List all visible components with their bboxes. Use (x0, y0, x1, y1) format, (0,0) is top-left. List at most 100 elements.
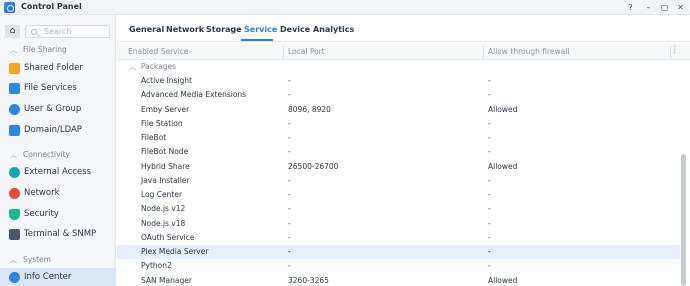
table-row[interactable]: Python2 - - (117, 259, 680, 273)
scrollbar-thumb[interactable] (681, 154, 686, 286)
cell-port: - (288, 90, 291, 100)
cell-firewall: - (488, 90, 491, 100)
cell-service: OAuth Service (141, 232, 195, 242)
cell-firewall: - (488, 190, 491, 199)
cell-port: - (288, 133, 291, 142)
sidebar-item-domain-ldap[interactable]: Domain/LDAP (0, 121, 116, 140)
close-button[interactable]: ✕ (674, 1, 687, 14)
cell-service: Emby Server (141, 104, 190, 114)
cell-service: Advanced Media Extensions (141, 90, 247, 100)
cell-service: Node.js v12 (141, 204, 186, 214)
cell-service: Node.js v18 (141, 218, 186, 228)
table-row[interactable]: Node.js v18 - - (117, 217, 680, 231)
table-row[interactable]: SAN Manager 3260-3265 Allowed (117, 274, 680, 286)
sidebar-item-external-access[interactable]: External Access (0, 163, 116, 182)
cell-port: - (288, 147, 291, 157)
cell-service: Plex Media Server (141, 247, 209, 256)
cell-port: - (288, 232, 291, 242)
cell-firewall: Allowed (488, 104, 518, 114)
table-row[interactable]: Hybrid Share 26500-26700 Allowed (117, 160, 680, 174)
cell-service: Python2 (141, 261, 172, 271)
tab-storage[interactable]: Storage (206, 25, 242, 34)
cell-firewall: - (488, 175, 491, 185)
column-header-service[interactable]: Enabled Service (128, 47, 188, 56)
section-label: System (23, 255, 51, 264)
more-options-icon[interactable]: ⋮ (670, 45, 679, 55)
sidebar-item-terminal-snmp[interactable]: Terminal & SNMP (0, 225, 116, 244)
cell-port: 8096, 8920 (288, 104, 331, 114)
cell-service: SAN Manager (141, 275, 192, 285)
table-row[interactable]: OAuth Service - - (117, 231, 680, 245)
cell-firewall: - (488, 118, 491, 128)
section-connectivity[interactable]: ︿ Connectivity (0, 149, 116, 161)
cell-port: - (288, 218, 291, 228)
column-divider[interactable] (483, 46, 484, 58)
cell-firewall: - (488, 247, 491, 256)
window-title: Control Panel (21, 2, 82, 11)
cell-service: File Station (141, 118, 183, 128)
section-file-sharing[interactable]: ︿ File Sharing (0, 44, 116, 56)
folder-icon (9, 63, 20, 74)
chevron-up-icon: ︿ (10, 256, 17, 264)
search-icon (31, 29, 37, 35)
table-row[interactable]: Node.js v12 - - (117, 202, 680, 216)
info-icon (9, 272, 20, 283)
group-label: Packages (141, 62, 176, 71)
cell-port: - (288, 204, 291, 214)
table-row-selected[interactable]: Plex Media Server - - (117, 245, 680, 260)
cell-firewall: Allowed (488, 275, 518, 285)
cell-service: FileBot (141, 133, 167, 142)
column-header-port[interactable]: Local Port (288, 47, 325, 56)
cell-port: - (288, 261, 291, 271)
file-services-icon (9, 83, 20, 94)
help-button[interactable]: ? (624, 1, 637, 14)
maximize-button[interactable]: ▢ (658, 1, 671, 14)
tab-device-analytics[interactable]: Device Analytics (280, 25, 354, 34)
tab-network[interactable]: Network (166, 25, 204, 34)
cell-port: - (288, 190, 291, 199)
sidebar-item-network[interactable]: Network (0, 184, 116, 203)
section-system[interactable]: ︿ System (0, 254, 116, 266)
group-row-packages[interactable]: ︿ Packages (117, 60, 680, 74)
tab-general[interactable]: General (129, 25, 164, 34)
table-row[interactable]: Emby Server 8096, 8920 Allowed (117, 103, 680, 117)
column-divider[interactable] (283, 46, 284, 58)
search-input[interactable] (44, 26, 108, 37)
sidebar-item-security[interactable]: Security (0, 205, 116, 224)
sidebar-item-label: Domain/LDAP (24, 125, 82, 135)
domain-icon (9, 125, 20, 136)
section-label: Connectivity (23, 150, 70, 159)
minimize-button[interactable]: – (642, 1, 655, 14)
table-row[interactable]: File Station - - (117, 117, 680, 131)
chevron-up-icon: ︿ (10, 151, 17, 159)
table-row[interactable]: Log Center - - (117, 188, 680, 202)
column-header-firewall[interactable]: Allow through firewall (488, 47, 569, 56)
table-row[interactable]: FileBot - - (117, 131, 680, 145)
home-button[interactable]: ⌂ (5, 25, 20, 38)
sidebar-item-shared-folder[interactable]: Shared Folder (0, 59, 116, 78)
search-box[interactable] (25, 25, 110, 38)
shield-icon (9, 209, 20, 220)
sidebar-item-user-group[interactable]: User & Group (0, 100, 116, 119)
sidebar-item-file-services[interactable]: File Services (0, 79, 116, 98)
home-icon: ⌂ (9, 26, 16, 36)
cell-port: 26500-26700 (288, 161, 339, 171)
title-bar: Control Panel ? – ▢ ✕ (0, 0, 690, 15)
network-icon (9, 188, 20, 199)
sidebar-item-label: Shared Folder (24, 63, 83, 73)
cell-port: - (288, 175, 291, 185)
sidebar-item-label: Security (24, 209, 59, 219)
sidebar-item-label: Terminal & SNMP (24, 229, 97, 239)
sidebar-item-label: Network (24, 188, 60, 198)
control-panel-icon (4, 2, 15, 13)
sidebar-item-label: External Access (24, 167, 92, 177)
chevron-up-icon: ︿ (10, 46, 17, 54)
table-row[interactable]: Active Insight - - (117, 74, 680, 88)
sidebar-item-info-center[interactable]: Info Center (0, 268, 116, 286)
tab-service[interactable]: Service (244, 25, 277, 34)
table-row[interactable]: FileBot Node - - (117, 145, 680, 159)
user-group-icon (9, 104, 20, 115)
cell-service: Active Insight (141, 76, 192, 85)
table-row[interactable]: Java Installer - - (117, 174, 680, 188)
table-row[interactable]: Advanced Media Extensions - - (117, 88, 680, 102)
